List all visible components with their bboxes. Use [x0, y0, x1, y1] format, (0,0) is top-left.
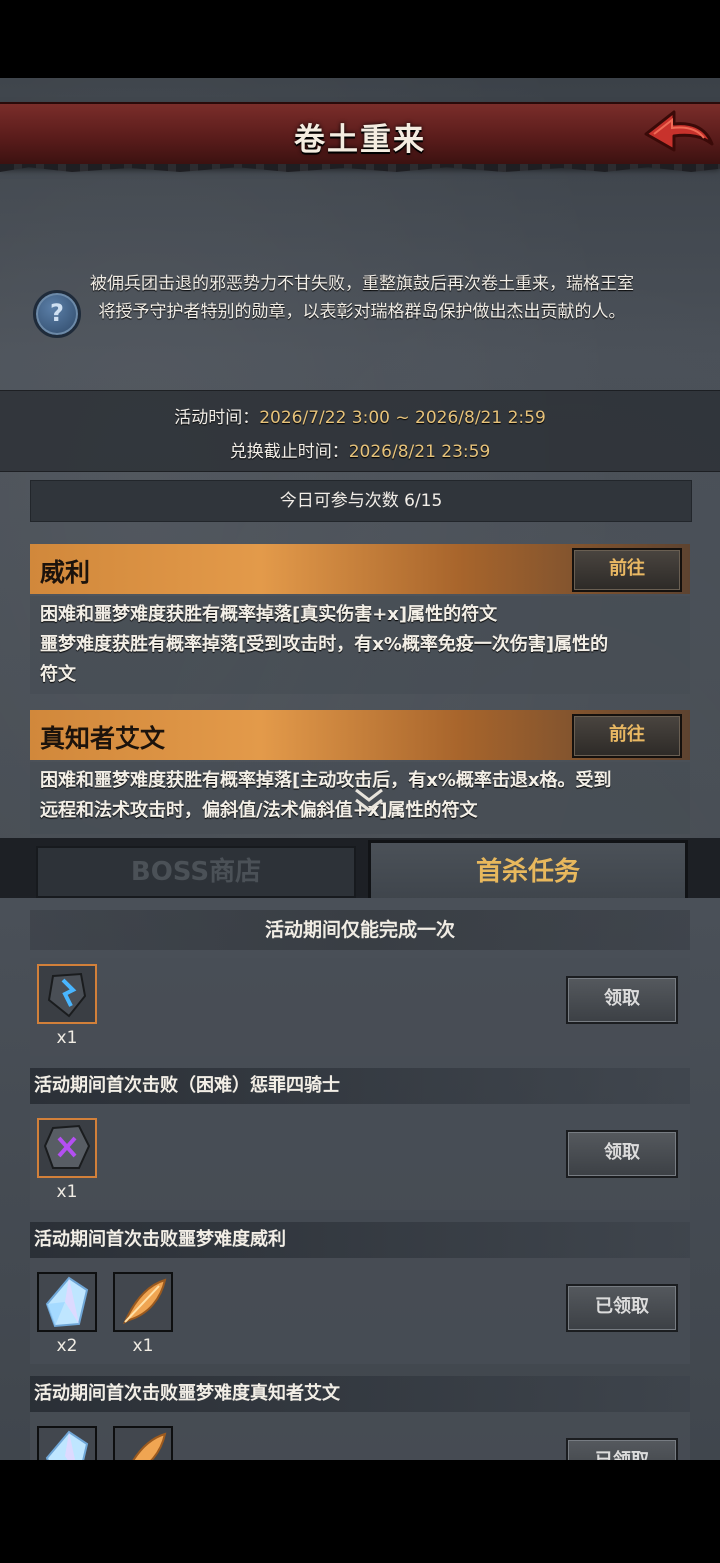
- boss-desc-line: 噩梦难度获胜有概率掉落[受到攻击时，有x%概率免疫一次伤害]属性的: [40, 634, 609, 655]
- reward-item[interactable]: [113, 1272, 173, 1332]
- blue-rune-icon: [47, 972, 87, 1018]
- boss-name: 真知者艾文: [40, 724, 166, 753]
- go-button[interactable]: 前往: [572, 548, 682, 592]
- tab-bar: BOSS商店 首杀任务: [0, 838, 720, 899]
- title-banner: 卷土重来: [0, 102, 720, 166]
- boss-name: 威利: [40, 558, 91, 587]
- task-title: 活动期间首次击败噩梦难度威利: [30, 1222, 690, 1258]
- activity-time: 活动时间：2026/7/22 3:00 ~ 2026/8/21 2:59: [0, 403, 720, 428]
- reward-quantity: x2: [56, 1336, 78, 1356]
- purple-rune-icon: [43, 1124, 91, 1169]
- back-arrow-icon: [644, 110, 714, 152]
- help-icon[interactable]: ?: [33, 290, 81, 338]
- reward-item[interactable]: [37, 1272, 97, 1332]
- exchange-deadline: 兑换截止时间：2026/8/21 23:59: [0, 437, 720, 462]
- bottom-bar: [0, 1460, 720, 1563]
- task-title: 活动期间首次击败（困难）惩罪四骑士: [30, 1068, 690, 1104]
- exchange-deadline-value: 2026/8/21 23:59: [348, 442, 491, 462]
- reward-quantity: x1: [56, 1028, 78, 1048]
- participation-count: 今日可参与次数 6/15: [30, 480, 692, 522]
- reward-quantity: x1: [56, 1182, 78, 1202]
- crystal-icon: [45, 1430, 89, 1460]
- task-title: 活动期间首次击败噩梦难度真知者艾文: [30, 1376, 690, 1412]
- section-title: 活动期间仅能完成一次: [30, 910, 690, 950]
- reward-item[interactable]: [37, 964, 97, 1024]
- claimed-button[interactable]: 已领取: [566, 1284, 678, 1332]
- boss-description: 困难和噩梦难度获胜有概率掉落[真实伤害+x]属性的符文 噩梦难度获胜有概率掉落[…: [30, 596, 690, 694]
- claimed-button[interactable]: 已领取: [566, 1438, 678, 1460]
- event-description: 被佣兵团击退的邪恶势力不甘失败，重整旗鼓后再次卷土重来，瑞格王室将授予守护者特别…: [90, 274, 634, 322]
- reward-item[interactable]: [113, 1426, 173, 1460]
- feather-icon: [122, 1278, 167, 1325]
- activity-time-label: 活动时间：: [174, 408, 260, 428]
- reward-item[interactable]: [37, 1426, 97, 1460]
- task-card-clip: 已领取: [0, 1412, 720, 1460]
- back-button[interactable]: [640, 104, 716, 162]
- time-panel: 活动时间：2026/7/22 3:00 ~ 2026/8/21 2:59 兑换截…: [0, 390, 720, 472]
- boss-header-evan: 真知者艾文 前往: [30, 710, 690, 760]
- crystal-icon: [45, 1276, 89, 1328]
- scroll-down-chevron-icon[interactable]: [352, 786, 386, 816]
- reward-item[interactable]: [37, 1118, 97, 1178]
- claim-button[interactable]: 领取: [566, 976, 678, 1024]
- reward-quantity: x1: [132, 1336, 154, 1356]
- tab-boss-shop[interactable]: BOSS商店: [36, 846, 356, 898]
- go-button[interactable]: 前往: [572, 714, 682, 758]
- feather-icon: [132, 1432, 167, 1460]
- tab-first-kill[interactable]: 首杀任务: [368, 840, 688, 899]
- boss-desc-line: 困难和噩梦难度获胜有概率掉落[真实伤害+x]属性的符文: [40, 604, 498, 625]
- boss-desc-line: 符文: [40, 664, 76, 685]
- page-title: 卷土重来: [294, 122, 426, 158]
- claim-button[interactable]: 领取: [566, 1130, 678, 1178]
- exchange-deadline-label: 兑换截止时间：: [229, 442, 349, 462]
- boss-header-willy: 威利 前往: [30, 544, 690, 594]
- activity-time-value: 2026/7/22 3:00 ~ 2026/8/21 2:59: [259, 408, 546, 428]
